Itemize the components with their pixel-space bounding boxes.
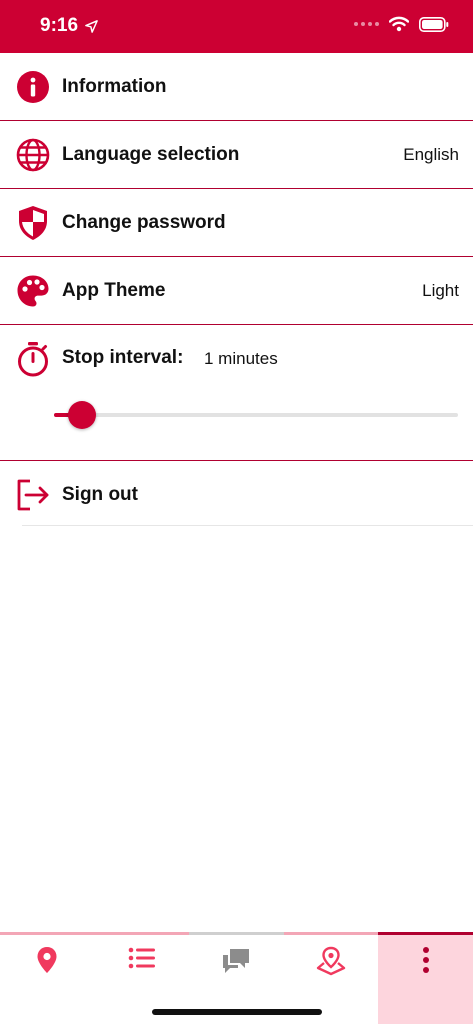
settings-row-sign-out[interactable]: Sign out xyxy=(0,461,473,529)
home-indicator xyxy=(152,1009,322,1015)
status-bar: 9:16 xyxy=(0,0,473,53)
slider-track xyxy=(54,413,458,417)
cellular-signal-icon xyxy=(354,22,379,26)
stop-interval-slider[interactable] xyxy=(54,401,458,429)
stop-interval-value: 1 minutes xyxy=(204,349,278,368)
info-icon xyxy=(16,70,50,104)
wifi-icon xyxy=(389,16,409,32)
status-indicators xyxy=(354,16,449,32)
settings-row-information[interactable]: Information xyxy=(0,53,473,121)
chat-icon xyxy=(223,949,250,973)
status-time-text: 9:16 xyxy=(40,15,79,36)
information-label: Information xyxy=(62,75,167,97)
palette-icon xyxy=(16,274,50,308)
settings-row-stop-interval: Stop interval: 1 minutes xyxy=(0,325,473,461)
stopwatch-icon xyxy=(16,342,50,377)
settings-row-change-password[interactable]: Change password xyxy=(0,189,473,257)
battery-icon xyxy=(419,16,449,32)
app-theme-label: App Theme xyxy=(62,279,166,301)
tab-map[interactable] xyxy=(0,932,95,1024)
app-theme-value: Light xyxy=(422,280,459,300)
settings-list: Information Language selection English C… xyxy=(0,53,473,529)
route-pin-icon xyxy=(316,946,346,976)
list-icon xyxy=(128,947,155,969)
language-label: Language selection xyxy=(62,143,240,165)
stop-interval-label: Stop interval: xyxy=(62,347,184,368)
shield-icon xyxy=(16,205,50,240)
slider-thumb[interactable] xyxy=(68,401,96,429)
language-value: English xyxy=(403,144,459,164)
sign-out-icon xyxy=(16,478,50,512)
status-time: 9:16 xyxy=(40,15,99,37)
sign-out-label: Sign out xyxy=(62,484,138,505)
map-pin-icon xyxy=(37,947,57,973)
settings-row-language[interactable]: Language selection English xyxy=(0,121,473,189)
change-password-label: Change password xyxy=(62,211,226,233)
list-divider xyxy=(22,525,473,526)
location-arrow-icon xyxy=(85,19,98,33)
tab-more[interactable] xyxy=(378,932,473,1024)
settings-row-app-theme[interactable]: App Theme Light xyxy=(0,257,473,325)
globe-icon xyxy=(16,138,50,172)
more-vertical-icon xyxy=(422,947,429,973)
